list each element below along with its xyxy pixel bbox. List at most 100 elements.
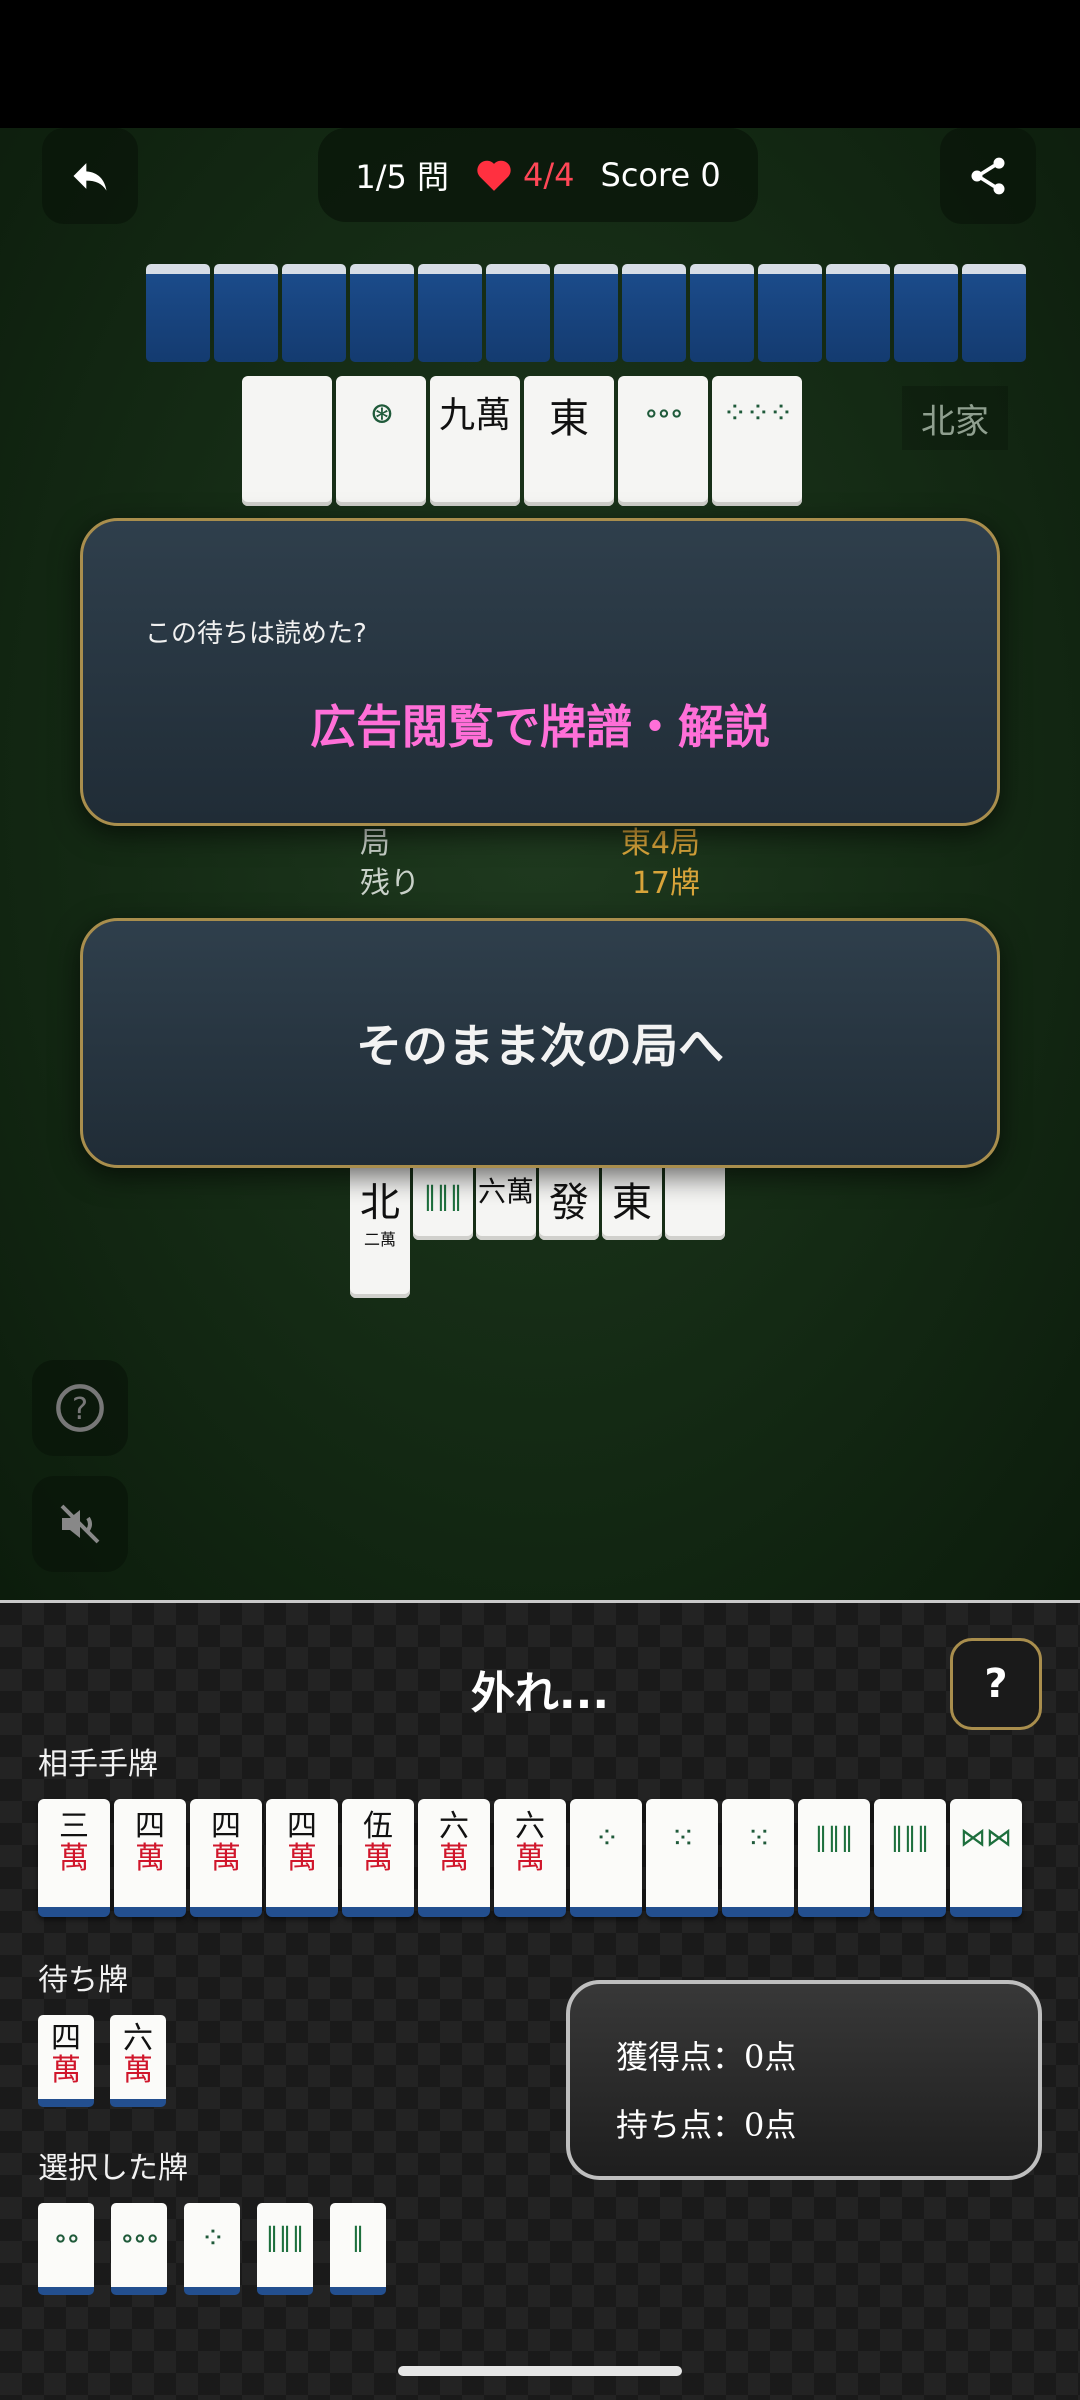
review-prompt-text: この待ちは読めた?	[145, 619, 367, 649]
review-prompt-card[interactable]: この待ちは読めた? 広告閲覧で牌譜・解説	[80, 518, 1000, 826]
mute-toggle-button[interactable]	[32, 1476, 128, 1572]
discard-tile: ⊛	[336, 376, 426, 506]
tile-pin-pattern: ∘∘	[53, 2221, 80, 2256]
back-arrow-icon	[73, 163, 107, 191]
tile-pin-pattern: ∘∘∘	[643, 396, 684, 431]
tile-sou-pattern: ⋈⋈	[960, 1823, 1012, 1853]
discard-tile: 二萬	[350, 1220, 410, 1298]
game-table: 1/5 問 4/4 Score 0 ⊛ 九萬東 ∘∘∘ ⁘⁘⁘ 北家 局東4局 …	[0, 128, 1080, 1600]
tile-back	[826, 264, 890, 362]
held-points: 持ち点：0点	[616, 2106, 797, 2144]
ad-review-link[interactable]: 広告閲覧で牌譜・解説	[83, 691, 997, 757]
discard-tile	[665, 1160, 725, 1240]
hand-label: 相手手牌	[38, 1747, 158, 1782]
mahjong-tile: ⁙	[646, 1799, 718, 1917]
tile-suit: 萬	[211, 1840, 241, 1876]
tile-back	[282, 264, 346, 362]
tile-suit: 萬	[515, 1840, 545, 1876]
tile-suit: 萬	[123, 2052, 153, 2088]
tile-pin-pattern: ⁘⁘⁘	[722, 396, 793, 431]
tile-suit: 萬	[135, 1840, 165, 1876]
discard-tile: 東	[524, 376, 614, 506]
tile-number: 六	[477, 1175, 506, 1208]
mahjong-tile: 四萬	[38, 2015, 94, 2107]
wait-label: 待ち牌	[38, 1963, 128, 1998]
tile-pin-pattern: ⁙	[670, 1821, 695, 1856]
result-title: 外れ...	[470, 1668, 610, 1719]
back-button[interactable]	[42, 128, 138, 224]
tile-number: 二	[363, 1230, 380, 1249]
tile-suit: 萬	[475, 395, 512, 436]
discard-tile	[242, 376, 332, 506]
tile-honor: 發	[549, 1180, 589, 1226]
tile-pin-pattern: ⁙	[746, 1821, 771, 1856]
discard-tile: ⁘⁘⁘	[712, 376, 802, 506]
tile-number: 六	[515, 1809, 545, 1844]
tile-sou-pattern: ‖‖‖	[890, 1823, 930, 1853]
share-button[interactable]	[940, 128, 1036, 224]
seat-label: 北家	[902, 386, 1008, 450]
tile-back	[418, 264, 482, 362]
share-icon	[971, 157, 1005, 195]
tile-pin-pattern: ⁘	[594, 1821, 619, 1856]
discard-tile: ∘∘∘	[618, 376, 708, 506]
discard-tile: 發	[539, 1160, 599, 1240]
help-circle-button[interactable]: ?	[32, 1360, 128, 1456]
tile-pin-pattern: ⊛	[369, 396, 394, 431]
tile-number: 四	[211, 1809, 241, 1844]
tile-pin-pattern: ⁘	[200, 2221, 225, 2256]
tile-number: 伍	[363, 1809, 393, 1844]
tile-back	[962, 264, 1026, 362]
info-remaining: 残り 17牌	[360, 866, 700, 901]
tile-sou-pattern: ‖‖‖	[423, 1182, 463, 1212]
tile-back	[894, 264, 958, 362]
question-circle-icon: ?	[56, 1384, 104, 1432]
mahjong-tile: ⁘	[570, 1799, 642, 1917]
earned-points: 獲得点：0点	[616, 2038, 797, 2076]
tile-number: 六	[439, 1809, 469, 1844]
mahjong-tile: ⁘	[184, 2203, 240, 2295]
tile-sou-pattern: ‖‖‖	[814, 1823, 854, 1853]
tile-back	[350, 264, 414, 362]
tile-back	[554, 264, 618, 362]
mahjong-tile: ‖‖‖	[798, 1799, 870, 1917]
help-button[interactable]: ?	[950, 1638, 1042, 1730]
selected-label: 選択した牌	[38, 2151, 188, 2186]
tile-number: 四	[135, 1809, 165, 1844]
tile-suit: 萬	[363, 1840, 393, 1876]
tile-back	[146, 264, 210, 362]
hud-bar: 1/5 問 4/4 Score 0	[318, 128, 758, 222]
discard-tile: 九萬	[430, 376, 520, 506]
tile-back	[690, 264, 754, 362]
tile-honor: 東	[612, 1180, 652, 1226]
tile-back	[486, 264, 550, 362]
mahjong-tile: 伍萬	[342, 1799, 414, 1917]
tile-suit: 萬	[59, 1840, 89, 1876]
mahjong-tile: 六萬	[494, 1799, 566, 1917]
tile-suit: 萬	[51, 2052, 81, 2088]
tile-number: 四	[51, 2021, 81, 2056]
tile-honor: 東	[549, 396, 589, 442]
mahjong-tile: 三萬	[38, 1799, 110, 1917]
tile-number: 四	[287, 1809, 317, 1844]
mahjong-tile: 六萬	[110, 2015, 166, 2107]
tile-suit: 萬	[287, 1840, 317, 1876]
mahjong-tile: 四萬	[190, 1799, 262, 1917]
next-round-label: そのまま次の局へ	[356, 1019, 724, 1073]
mahjong-tile: 四萬	[114, 1799, 186, 1917]
mahjong-tile: ∘∘	[38, 2203, 94, 2295]
tile-back	[214, 264, 278, 362]
tile-suit: 萬	[439, 1840, 469, 1876]
mahjong-tile: ∘∘∘	[111, 2203, 167, 2295]
mahjong-tile: ⁙	[722, 1799, 794, 1917]
mahjong-tile: ⋈⋈	[950, 1799, 1022, 1917]
score-box: 獲得点：0点 持ち点：0点	[566, 1980, 1042, 2180]
tile-number: 九	[438, 395, 475, 436]
next-round-button[interactable]: そのまま次の局へ	[80, 918, 1000, 1168]
discard-tile: ‖‖‖	[413, 1160, 473, 1240]
home-indicator[interactable]	[398, 2366, 682, 2376]
svg-text:?: ?	[72, 1392, 88, 1427]
heart-icon	[477, 160, 511, 191]
mahjong-tile: ‖	[330, 2203, 386, 2295]
tile-number: 六	[123, 2021, 153, 2056]
